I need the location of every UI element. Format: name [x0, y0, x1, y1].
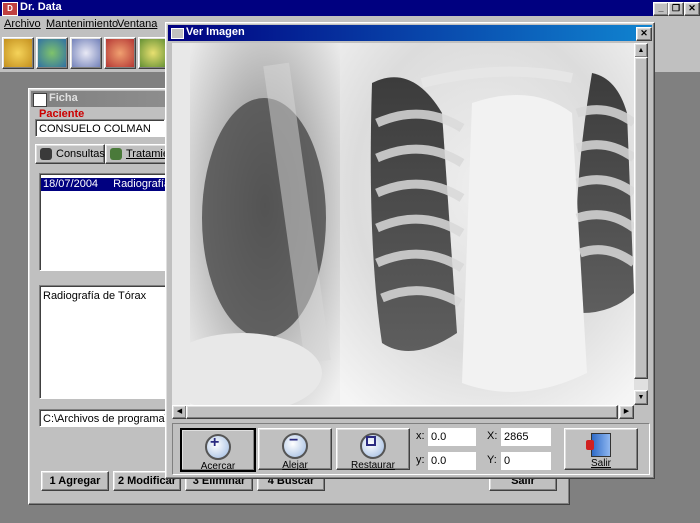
- ficha-title: Ficha: [49, 92, 78, 104]
- app-logo-icon: D: [2, 2, 18, 16]
- acercar-button[interactable]: + Acercar: [180, 428, 256, 472]
- horizontal-scrollbar[interactable]: ◀ ▶: [172, 405, 634, 419]
- zoom-out-icon: −: [282, 432, 308, 459]
- tab-consultas-label: Consultas: [56, 148, 105, 160]
- description-text: Radiografía de Tórax: [43, 290, 147, 302]
- path-field[interactable]: C:\Archivos de programa\Dr.: [39, 409, 167, 427]
- ficha-icon: [33, 93, 47, 107]
- tratamientos-icon: [110, 148, 122, 160]
- alejar-label: Alejar: [282, 460, 308, 471]
- menu-mantenimiento[interactable]: Mantenimiento: [46, 18, 118, 30]
- y-label: y:: [416, 454, 425, 466]
- zoom-in-icon: +: [205, 434, 231, 460]
- paciente-field[interactable]: CONSUELO COLMAN: [35, 119, 165, 137]
- book-icon[interactable]: [2, 37, 34, 69]
- ver-imagen-title: Ver Imagen: [186, 26, 245, 38]
- description-field[interactable]: Radiografía de Tórax: [39, 285, 169, 399]
- X-label: X:: [487, 430, 498, 442]
- Y-label: Y:: [487, 454, 497, 466]
- scroll-left-button[interactable]: ◀: [172, 405, 187, 419]
- viewer-salir-button[interactable]: Salir: [564, 428, 638, 470]
- scroll-up-button[interactable]: ▲: [634, 43, 648, 58]
- ver-imagen-title-bar: Ver Imagen ✕: [168, 25, 652, 41]
- x-field[interactable]: 0.0: [428, 428, 476, 446]
- zoom-reset-icon: [360, 433, 386, 459]
- minimize-button[interactable]: _: [653, 2, 669, 16]
- horizontal-scroll-thumb[interactable]: [186, 405, 618, 419]
- tools-icon[interactable]: [138, 37, 168, 69]
- Y-field[interactable]: 0: [501, 452, 551, 470]
- ver-imagen-window: Ver Imagen ✕ ▲ ▼ ◀ ▶ + Acercar − Alejar …: [165, 22, 655, 479]
- vertical-scrollbar[interactable]: ▲ ▼: [634, 43, 648, 405]
- image-window-icon: [171, 28, 184, 39]
- restaurar-button[interactable]: Restaurar: [336, 428, 410, 471]
- x-label: x:: [416, 430, 425, 442]
- menu-archivo[interactable]: Archivo: [4, 18, 41, 30]
- agregar-button[interactable]: 1 Agregar: [41, 471, 109, 491]
- scroll-down-button[interactable]: ▼: [634, 390, 648, 405]
- restaurar-label: Restaurar: [351, 460, 395, 471]
- restore-button[interactable]: ❐: [668, 2, 684, 16]
- acercar-label: Acercar: [200, 461, 236, 472]
- scroll-right-button[interactable]: ▶: [619, 405, 634, 419]
- list-item-date: 18/07/2004: [43, 178, 99, 190]
- X-field[interactable]: 2865: [501, 428, 551, 446]
- exit-door-icon: [586, 433, 611, 457]
- list-item-type: Radiografía: [113, 178, 165, 190]
- viewer-salir-label: Salir: [590, 458, 611, 469]
- y-field[interactable]: 0.0: [428, 452, 476, 470]
- users-icon[interactable]: [36, 37, 68, 69]
- main-title-bar: D Dr. Data _ ❐ ✕: [0, 0, 700, 16]
- doctor-icon[interactable]: [104, 37, 136, 69]
- consultas-icon: [40, 148, 52, 160]
- vertical-scroll-thumb[interactable]: [634, 57, 648, 379]
- alejar-button[interactable]: − Alejar: [258, 428, 332, 471]
- xray-image: [172, 43, 634, 405]
- patient-record-icon[interactable]: [70, 37, 102, 69]
- menu-ventana[interactable]: Ventana: [117, 18, 157, 30]
- app-title: Dr. Data: [20, 1, 62, 13]
- close-button[interactable]: ✕: [684, 2, 700, 16]
- ver-imagen-close-button[interactable]: ✕: [636, 27, 652, 41]
- list-item[interactable]: 18/07/2004 Radiografía: [41, 178, 165, 191]
- xray-viewport[interactable]: [172, 43, 634, 405]
- tab-tratamientos[interactable]: Tratamientos: [105, 144, 171, 164]
- tab-consultas[interactable]: Consultas: [35, 144, 105, 164]
- consultas-list[interactable]: 18/07/2004 Radiografía: [39, 173, 169, 271]
